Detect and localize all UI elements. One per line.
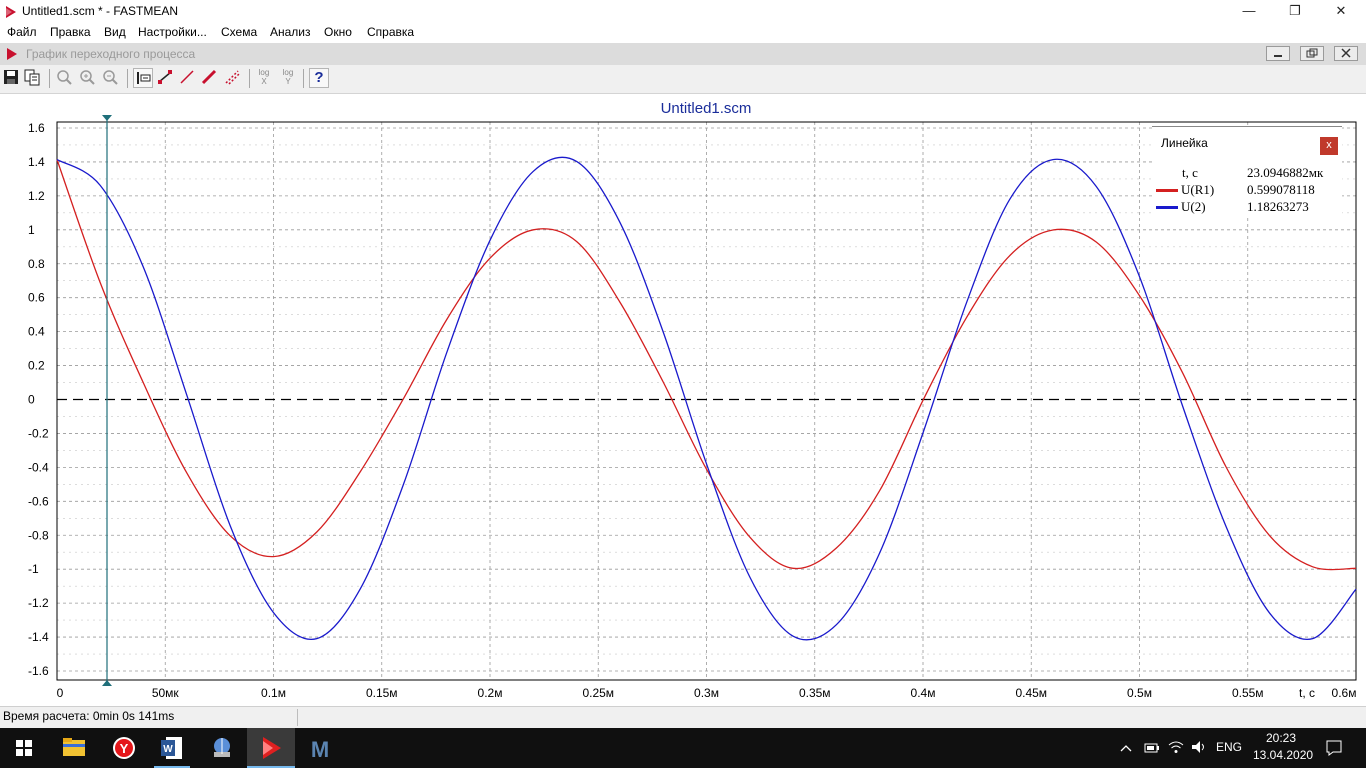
y-tick-label: 0: [28, 393, 35, 407]
ruler-panel: Линейка x t, c 23.0946882мк U(R1) 0.5990…: [1152, 126, 1342, 217]
y-tick-label: -0.4: [28, 460, 49, 474]
y-tick-label: 0.4: [28, 325, 45, 339]
taskbar: Y W M ENG 20:23 13.04.2020: [0, 728, 1366, 768]
ruler-series-swatch: [1156, 206, 1178, 209]
ruler-close-button[interactable]: x: [1320, 137, 1338, 155]
input-language[interactable]: ENG: [1216, 740, 1242, 754]
x-tick-label: 0: [57, 686, 64, 700]
mathcad-button[interactable]: M: [296, 728, 344, 768]
x-tick-label: 0.25м: [582, 686, 614, 700]
notifications-icon[interactable]: [1324, 738, 1344, 758]
x-tick-label: 0.6м: [1332, 686, 1357, 700]
start-button[interactable]: [0, 728, 48, 768]
x-tick-label: 0.55м: [1232, 686, 1264, 700]
x-tick-label: 0.4м: [911, 686, 936, 700]
ruler-series-swatch: [1156, 189, 1178, 192]
x-axis-label: t, c: [1299, 686, 1315, 700]
x-tick-label: 0.35м: [799, 686, 831, 700]
ruler-series-value: 1.18263273: [1247, 199, 1309, 214]
y-tick-label: -1: [28, 562, 39, 576]
cursor-top-marker: [102, 115, 112, 121]
file-explorer-button[interactable]: [50, 728, 98, 768]
yandex-browser-button[interactable]: Y: [100, 728, 148, 768]
y-tick-label: -1.2: [28, 596, 49, 610]
calc-time-status: Время расчета: 0min 0s 141ms: [0, 709, 298, 726]
svg-text:M: M: [311, 737, 329, 762]
word-button[interactable]: W: [148, 728, 196, 768]
y-tick-label: -0.2: [28, 426, 49, 440]
cursor-bottom-marker: [102, 680, 112, 686]
y-tick-label: 1: [28, 223, 35, 237]
ruler-t-value: 23.0946882мк: [1247, 165, 1324, 180]
y-tick-label: 0.6: [28, 291, 45, 305]
ruler-series-name: U(R1): [1181, 182, 1215, 197]
folder-icon: [63, 738, 85, 756]
ruler-t-label: t, c: [1182, 165, 1198, 180]
y-tick-label: -1.4: [28, 630, 49, 644]
x-tick-label: 0.5м: [1127, 686, 1152, 700]
ruler-series-value: 0.599078118: [1247, 182, 1315, 197]
wifi-icon[interactable]: [1167, 739, 1185, 755]
y-tick-label: -0.6: [28, 494, 49, 508]
y-axis-ticks: 1.6 1.4 1.2 1 0.8 0.6 0.4 0.2 0 -0.2 -0.4 -0.6 -0.8 -…: [28, 121, 49, 678]
clock-time[interactable]: 20:23: [1266, 731, 1296, 745]
x-tick-label: 0.45м: [1015, 686, 1047, 700]
battery-icon[interactable]: [1143, 740, 1161, 756]
x-tick-label: 0.1м: [261, 686, 286, 700]
x-tick-label: 0.15м: [366, 686, 398, 700]
y-tick-label: 0.2: [28, 359, 45, 373]
chevron-up-icon[interactable]: [1118, 740, 1134, 756]
transient-chart[interactable]: 1.6 1.4 1.2 1 0.8 0.6 0.4 0.2 0 -0.2 -0.4 -0.6 -0.8 -…: [0, 0, 1366, 768]
fastmean-icon: [263, 737, 281, 759]
x-tick-label: 0.2м: [478, 686, 503, 700]
y-tick-label: -1.6: [28, 664, 49, 678]
y-tick-label: 1.2: [28, 189, 45, 203]
mathcad-icon: M: [311, 737, 329, 762]
svg-text:Y: Y: [120, 741, 129, 756]
y-tick-label: -0.8: [28, 528, 49, 542]
network-tool-button[interactable]: [198, 728, 246, 768]
volume-icon[interactable]: [1190, 739, 1208, 755]
network-tool-icon: [214, 738, 230, 757]
x-tick-label: 0.3м: [694, 686, 719, 700]
ruler-series-name: U(2): [1181, 199, 1206, 214]
windows-start-icon: [16, 740, 32, 756]
svg-text:W: W: [163, 744, 173, 755]
y-tick-label: 1.4: [28, 155, 45, 169]
x-tick-label: 50мк: [152, 686, 180, 700]
fastmean-taskbar-button[interactable]: [247, 728, 295, 768]
y-tick-label: 1.6: [28, 121, 45, 135]
y-tick-label: 0.8: [28, 257, 45, 271]
word-icon: W: [161, 737, 182, 759]
yandex-browser-icon: Y: [113, 737, 135, 759]
x-axis-ticks: 0 50мк 0.1м 0.15м 0.2м 0.25м 0.3м 0.35м 0.4м 0.45…: [57, 686, 1357, 700]
clock-date[interactable]: 13.04.2020: [1253, 748, 1313, 762]
ruler-title: Линейка: [1161, 136, 1208, 150]
status-bar: Время расчета: 0min 0s 141ms: [0, 706, 1366, 729]
